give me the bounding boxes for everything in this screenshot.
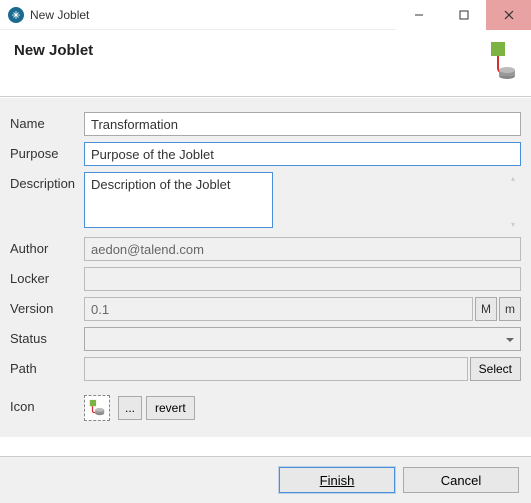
window-title: New Joblet (30, 8, 396, 22)
version-minor-button[interactable]: m (499, 297, 521, 321)
icon-preview (84, 395, 110, 421)
path-select-button[interactable]: Select (470, 357, 521, 381)
description-label: Description (10, 172, 84, 191)
dialog-footer: Finish Cancel (0, 456, 531, 503)
author-label: Author (10, 237, 84, 256)
description-input[interactable] (84, 172, 273, 228)
finish-button-label: Finish (320, 473, 355, 488)
name-input[interactable] (84, 112, 521, 136)
icon-revert-button[interactable]: revert (146, 396, 195, 420)
page-title: New Joblet (14, 42, 93, 59)
locker-input (84, 267, 521, 291)
cancel-button[interactable]: Cancel (403, 467, 519, 493)
status-select[interactable] (84, 327, 521, 351)
purpose-input[interactable] (84, 142, 521, 166)
path-label: Path (10, 357, 84, 376)
joblet-logo-icon (469, 42, 517, 82)
app-icon (8, 7, 24, 23)
name-label: Name (10, 112, 84, 131)
finish-button[interactable]: Finish (279, 467, 395, 493)
path-input (84, 357, 468, 381)
locker-label: Locker (10, 267, 84, 286)
titlebar: New Joblet (0, 0, 531, 30)
author-input (84, 237, 521, 261)
version-label: Version (10, 297, 84, 316)
form-area: Name Purpose Description ▴▾ Author Locke… (0, 97, 531, 437)
close-button[interactable] (486, 0, 531, 30)
icon-label: Icon (10, 395, 84, 414)
maximize-button[interactable] (441, 0, 486, 30)
version-input (84, 297, 473, 321)
version-major-button[interactable]: M (475, 297, 497, 321)
purpose-label: Purpose (10, 142, 84, 161)
scrollbar[interactable]: ▴▾ (507, 174, 519, 229)
status-label: Status (10, 327, 84, 346)
icon-browse-button[interactable]: ... (118, 396, 142, 420)
minimize-button[interactable] (396, 0, 441, 30)
dialog-header: New Joblet (0, 30, 531, 97)
